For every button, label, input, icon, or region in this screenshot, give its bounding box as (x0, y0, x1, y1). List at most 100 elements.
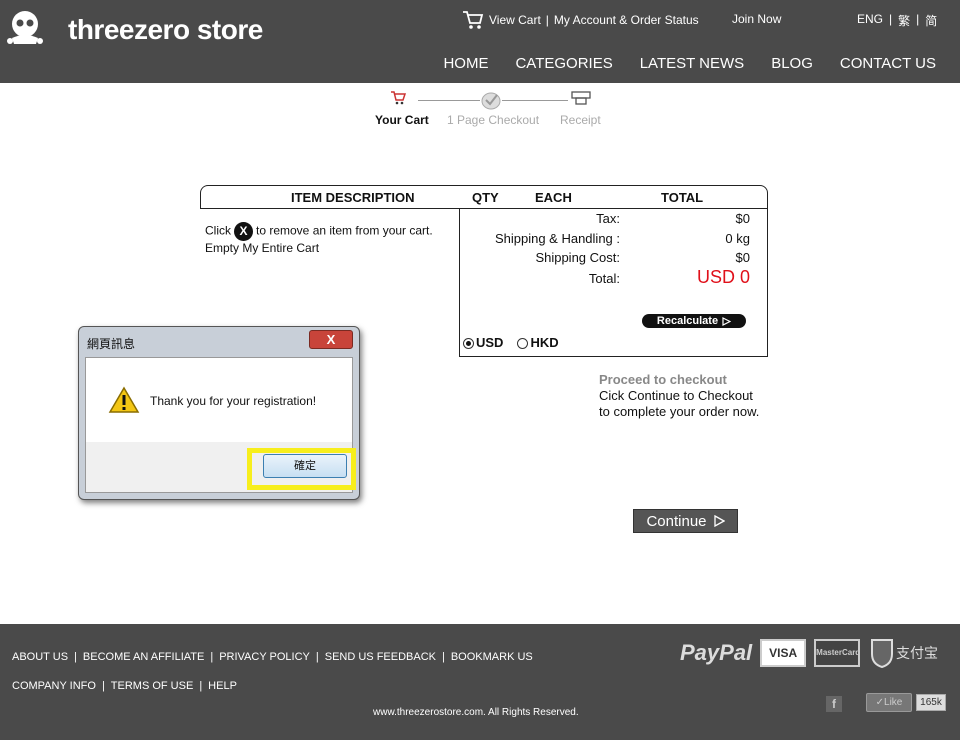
step-connector (418, 100, 480, 101)
col-qty: QTY (472, 190, 499, 205)
separator: | (101, 680, 105, 692)
footer-bookmark-us[interactable]: BOOKMARK US (451, 651, 533, 663)
dialog-close-button[interactable]: X (309, 330, 353, 349)
shipping-value: 0 kg (725, 231, 750, 246)
checkmark-step-icon (481, 92, 501, 110)
alipay-shield-icon: 支付宝 (871, 639, 938, 668)
step-receipt: Receipt (560, 113, 601, 127)
nav-latest-news[interactable]: LATEST NEWS (640, 55, 744, 72)
warning-icon (108, 386, 140, 413)
facebook-icon[interactable]: f (826, 696, 842, 712)
view-cart-link[interactable]: View Cart (489, 13, 541, 27)
footer-terms-of-use[interactable]: TERMS OF USE (111, 680, 194, 692)
footer-links-row2: COMPANY INFO | TERMS OF USE | HELP (12, 680, 237, 692)
shipping-label: Shipping & Handling : (494, 231, 620, 246)
remove-instructions: Click Xto remove an item from your cart. … (205, 222, 433, 256)
step-checkout: 1 Page Checkout (447, 113, 540, 127)
separator: | (441, 651, 445, 663)
separator: | (199, 680, 203, 692)
nav-home[interactable]: HOME (443, 55, 488, 72)
proceed-line2: to complete your order now. (599, 404, 760, 419)
remove-x-icon: X (234, 222, 253, 241)
hkd-label: HKD (530, 335, 559, 350)
total-value: USD 0 (696, 267, 750, 287)
dialog-title: 網頁訊息 (87, 337, 136, 351)
separator: | (74, 651, 77, 663)
usd-radio[interactable] (463, 338, 474, 350)
language-switcher: ENG | 繁 | 简 (857, 12, 937, 29)
ok-button[interactable]: 確定 (263, 454, 347, 478)
footer-about-us[interactable]: ABOUT US (12, 651, 68, 663)
step-your-cart: Your Cart (375, 113, 429, 127)
separator: | (545, 13, 549, 27)
proceed-title: Proceed to checkout (599, 372, 727, 387)
like-count: 165k (916, 694, 946, 711)
proceed-info: Proceed to checkout Cick Continue to Che… (599, 372, 759, 420)
separator: | (889, 12, 893, 26)
tax-label: Tax: (596, 211, 620, 226)
dialog-message: Thank you for your registration! (150, 394, 317, 408)
nav-categories[interactable]: CATEGORIES (515, 55, 612, 72)
checkout-steps: Your Cart 1 Page Checkout Receipt (370, 88, 610, 132)
footer-become-affiliate[interactable]: BECOME AN AFFILIATE (83, 651, 204, 663)
alert-dialog: 網頁訊息 X Thank you for your registration! … (78, 326, 360, 500)
alipay-label: 支付宝 (896, 646, 938, 662)
hkd-radio[interactable] (517, 338, 529, 350)
site-footer: ABOUT US | BECOME AN AFFILIATE | PRIVACY… (0, 624, 960, 740)
footer-privacy-policy[interactable]: PRIVACY POLICY (219, 651, 310, 663)
recalculate-label: Recalculate (656, 315, 719, 327)
remove-prefix: Click (205, 223, 231, 238)
skull-logo-icon[interactable] (6, 8, 46, 48)
continue-label: Continue (646, 512, 707, 530)
currency-hkd-option[interactable]: HKD (517, 335, 559, 350)
col-total: TOTAL (661, 190, 704, 205)
continue-button[interactable]: Continue (633, 509, 738, 533)
paypal-logo: PayPal (680, 640, 753, 665)
nav-blog[interactable]: BLOG (771, 55, 813, 72)
cart-step-icon (391, 91, 406, 105)
play-arrow-icon (713, 515, 725, 527)
footer-send-feedback[interactable]: SEND US FEEDBACK (325, 651, 436, 663)
brand-name[interactable]: threezero store (68, 14, 263, 46)
main-nav: HOME CATEGORIES LATEST NEWS BLOG CONTACT… (443, 55, 936, 72)
nav-contact-us[interactable]: CONTACT US (840, 55, 936, 72)
footer-links-row1: ABOUT US | BECOME AN AFFILIATE | PRIVACY… (12, 651, 533, 663)
col-each: EACH (535, 190, 572, 205)
lang-simplified[interactable]: 简 (925, 12, 937, 29)
separator: | (210, 651, 214, 663)
lang-traditional[interactable]: 繁 (898, 12, 910, 29)
dialog-body: Thank you for your registration! (85, 357, 353, 443)
receipt-step-icon (571, 91, 591, 105)
currency-usd-option[interactable]: USD (463, 335, 503, 350)
separator: | (916, 12, 920, 26)
empty-cart-link[interactable]: Empty My Entire Cart (205, 241, 319, 255)
usd-label: USD (476, 335, 504, 350)
tax-value: $0 (735, 211, 750, 226)
like-button[interactable]: ✓Like (866, 693, 912, 712)
my-account-link[interactable]: My Account & Order Status (554, 13, 699, 27)
cart-header-row: ITEM DESCRIPTION QTY EACH TOTAL (200, 185, 768, 209)
currency-selector: USD HKD (463, 335, 559, 350)
site-header: threezero store View Cart | My Account &… (0, 0, 960, 83)
top-links: View Cart | My Account & Order Status (462, 10, 699, 30)
mastercard-logo: MasterCard (814, 639, 860, 667)
join-now-link[interactable]: Join Now (732, 12, 781, 26)
lang-eng[interactable]: ENG (857, 12, 883, 29)
footer-company-info[interactable]: COMPANY INFO (12, 680, 96, 692)
visa-logo: VISA (760, 639, 807, 667)
cart-icon[interactable] (462, 10, 484, 30)
recalculate-button[interactable]: Recalculate (642, 314, 746, 328)
play-arrow-icon (722, 316, 732, 326)
footer-help[interactable]: HELP (208, 680, 237, 692)
shipping-cost-value: $0 (735, 250, 750, 265)
separator: | (315, 651, 319, 663)
remove-suffix: to remove an item from your cart. (256, 223, 433, 238)
shipping-cost-label: Shipping Cost: (535, 250, 620, 265)
col-item-description: ITEM DESCRIPTION (291, 190, 415, 205)
payment-logos: PayPal VISA MasterCard 支付宝 (680, 638, 940, 668)
proceed-line1: Cick Continue to Checkout (599, 388, 753, 403)
total-label: Total: (588, 271, 620, 286)
step-connector (502, 100, 568, 101)
page: threezero store View Cart | My Account &… (0, 0, 960, 740)
copyright: www.threezerostore.com. All Rights Reser… (373, 707, 579, 718)
